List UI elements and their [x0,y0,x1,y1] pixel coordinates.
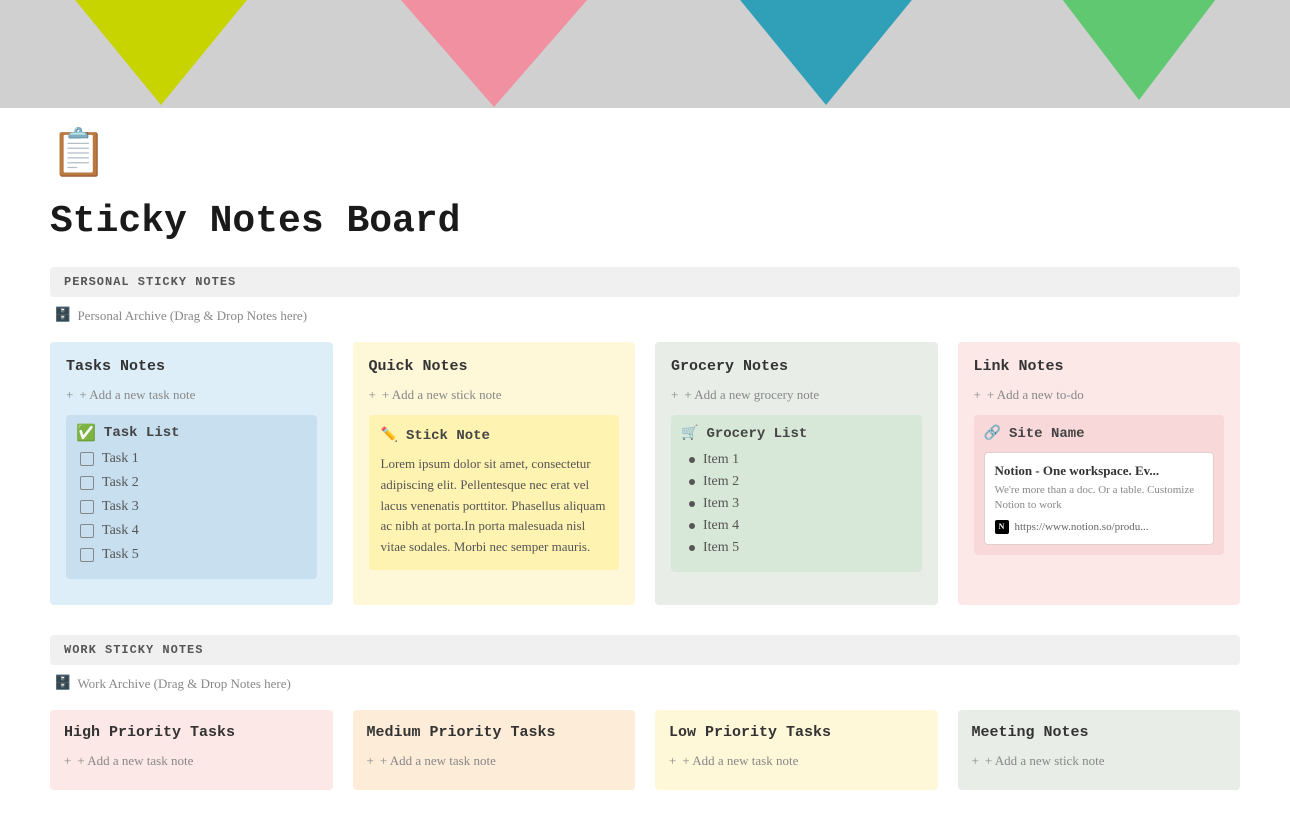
link-preview-url: N https://www.notion.so/produ... [995,520,1204,534]
plus-icon-5: + [64,753,71,769]
link-notes-title: Link Notes [974,358,1225,375]
quick-notes-card: Quick Notes + + Add a new stick note ✏️ … [353,342,636,605]
low-priority-card: Low Priority Tasks + + Add a new task no… [655,710,938,790]
add-grocery-note-button[interactable]: + + Add a new grocery note [671,387,922,403]
page-icon: 📋 [50,126,107,180]
work-section-label: WORK STICKY NOTES [64,643,203,657]
grocery-item-2: Item 2 [681,474,912,490]
checkbox-2[interactable] [80,476,94,490]
add-medium-priority-button[interactable]: + + Add a new task note [367,753,622,769]
medium-priority-title: Medium Priority Tasks [367,724,622,741]
link-preview[interactable]: Notion - One workspace. Ev... We're more… [984,452,1215,545]
plus-icon-4: + [974,387,981,403]
plus-icon-3: + [671,387,678,403]
plus-icon: + [66,387,73,403]
page-title: Sticky Notes Board [50,200,1240,243]
checkbox-4[interactable] [80,524,94,538]
tasks-notes-card: Tasks Notes + + Add a new task note ✅ Ta… [50,342,333,605]
plus-icon-8: + [972,753,979,769]
personal-section-header: PERSONAL STICKY NOTES [50,267,1240,297]
link-preview-title: Notion - One workspace. Ev... [995,463,1204,479]
link-preview-desc: We're more than a doc. Or a table. Custo… [995,483,1204,514]
task-list-container: ✅ Task List Task 1 Task 2 Task 3 T [66,415,317,579]
checkbox-1[interactable] [80,452,94,466]
bullet-2 [689,479,695,485]
triangle-pink [394,0,594,107]
link-icon: 🔗 [984,425,1001,442]
grocery-header: 🛒 Grocery List [681,425,912,442]
work-section: WORK STICKY NOTES 🗄️ Work Archive (Drag … [50,635,1240,790]
work-notes-grid: High Priority Tasks + + Add a new task n… [50,710,1240,790]
task-item-5: Task 5 [76,547,307,563]
meeting-notes-card: Meeting Notes + + Add a new stick note [958,710,1241,790]
pencil-icon: ✏️ [381,427,398,444]
personal-section-label: PERSONAL STICKY NOTES [64,275,236,289]
link-note-header: 🔗 Site Name [984,425,1215,442]
personal-archive-label: 🗄️ Personal Archive (Drag & Drop Notes h… [50,307,1240,324]
triangle-teal [736,0,916,105]
add-task-note-button[interactable]: + + Add a new task note [66,387,317,403]
task-item-2: Task 2 [76,475,307,491]
personal-notes-grid: Tasks Notes + + Add a new task note ✅ Ta… [50,342,1240,605]
stick-note-header: ✏️ Stick Note [381,427,608,444]
grocery-notes-title: Grocery Notes [671,358,922,375]
quick-notes-title: Quick Notes [369,358,620,375]
checkbox-3[interactable] [80,500,94,514]
bullet-4 [689,523,695,529]
work-section-header: WORK STICKY NOTES [50,635,1240,665]
grocery-item-1: Item 1 [681,452,912,468]
high-priority-card: High Priority Tasks + + Add a new task n… [50,710,333,790]
triangle-green [1059,0,1219,100]
task-item-3: Task 3 [76,499,307,515]
plus-icon-7: + [669,753,676,769]
add-low-priority-button[interactable]: + + Add a new task note [669,753,924,769]
tasks-notes-title: Tasks Notes [66,358,317,375]
hero-banner [0,0,1290,108]
link-notes-card: Link Notes + + Add a new to-do 🔗 Site Na… [958,342,1241,605]
cart-icon: 🛒 [681,425,698,442]
medium-priority-card: Medium Priority Tasks + + Add a new task… [353,710,636,790]
checkbox-5[interactable] [80,548,94,562]
plus-icon-2: + [369,387,376,403]
add-meeting-note-button[interactable]: + + Add a new stick note [972,753,1227,769]
grocery-list-container: 🛒 Grocery List Item 1 Item 2 Item 3 [671,415,922,572]
meeting-notes-title: Meeting Notes [972,724,1227,741]
add-stick-note-button[interactable]: + + Add a new stick note [369,387,620,403]
add-todo-button[interactable]: + + Add a new to-do [974,387,1225,403]
check-icon: ✅ [76,423,96,443]
high-priority-title: High Priority Tasks [64,724,319,741]
task-item-1: Task 1 [76,451,307,467]
bullet-5 [689,545,695,551]
grocery-item-3: Item 3 [681,496,912,512]
plus-icon-6: + [367,753,374,769]
grocery-item-5: Item 5 [681,540,912,556]
low-priority-title: Low Priority Tasks [669,724,924,741]
link-note-container: 🔗 Site Name Notion - One workspace. Ev..… [974,415,1225,555]
bullet-1 [689,457,695,463]
triangle-yellow [71,0,251,105]
archive-icon: 🗄️ [54,307,71,324]
stick-note-container: ✏️ Stick Note Lorem ipsum dolor sit amet… [369,415,620,570]
grocery-item-4: Item 4 [681,518,912,534]
add-high-priority-button[interactable]: + + Add a new task note [64,753,319,769]
grocery-notes-card: Grocery Notes + + Add a new grocery note… [655,342,938,605]
stick-note-body: Lorem ipsum dolor sit amet, consectetur … [381,454,608,558]
bullet-3 [689,501,695,507]
notion-icon: N [995,520,1009,534]
task-item-4: Task 4 [76,523,307,539]
